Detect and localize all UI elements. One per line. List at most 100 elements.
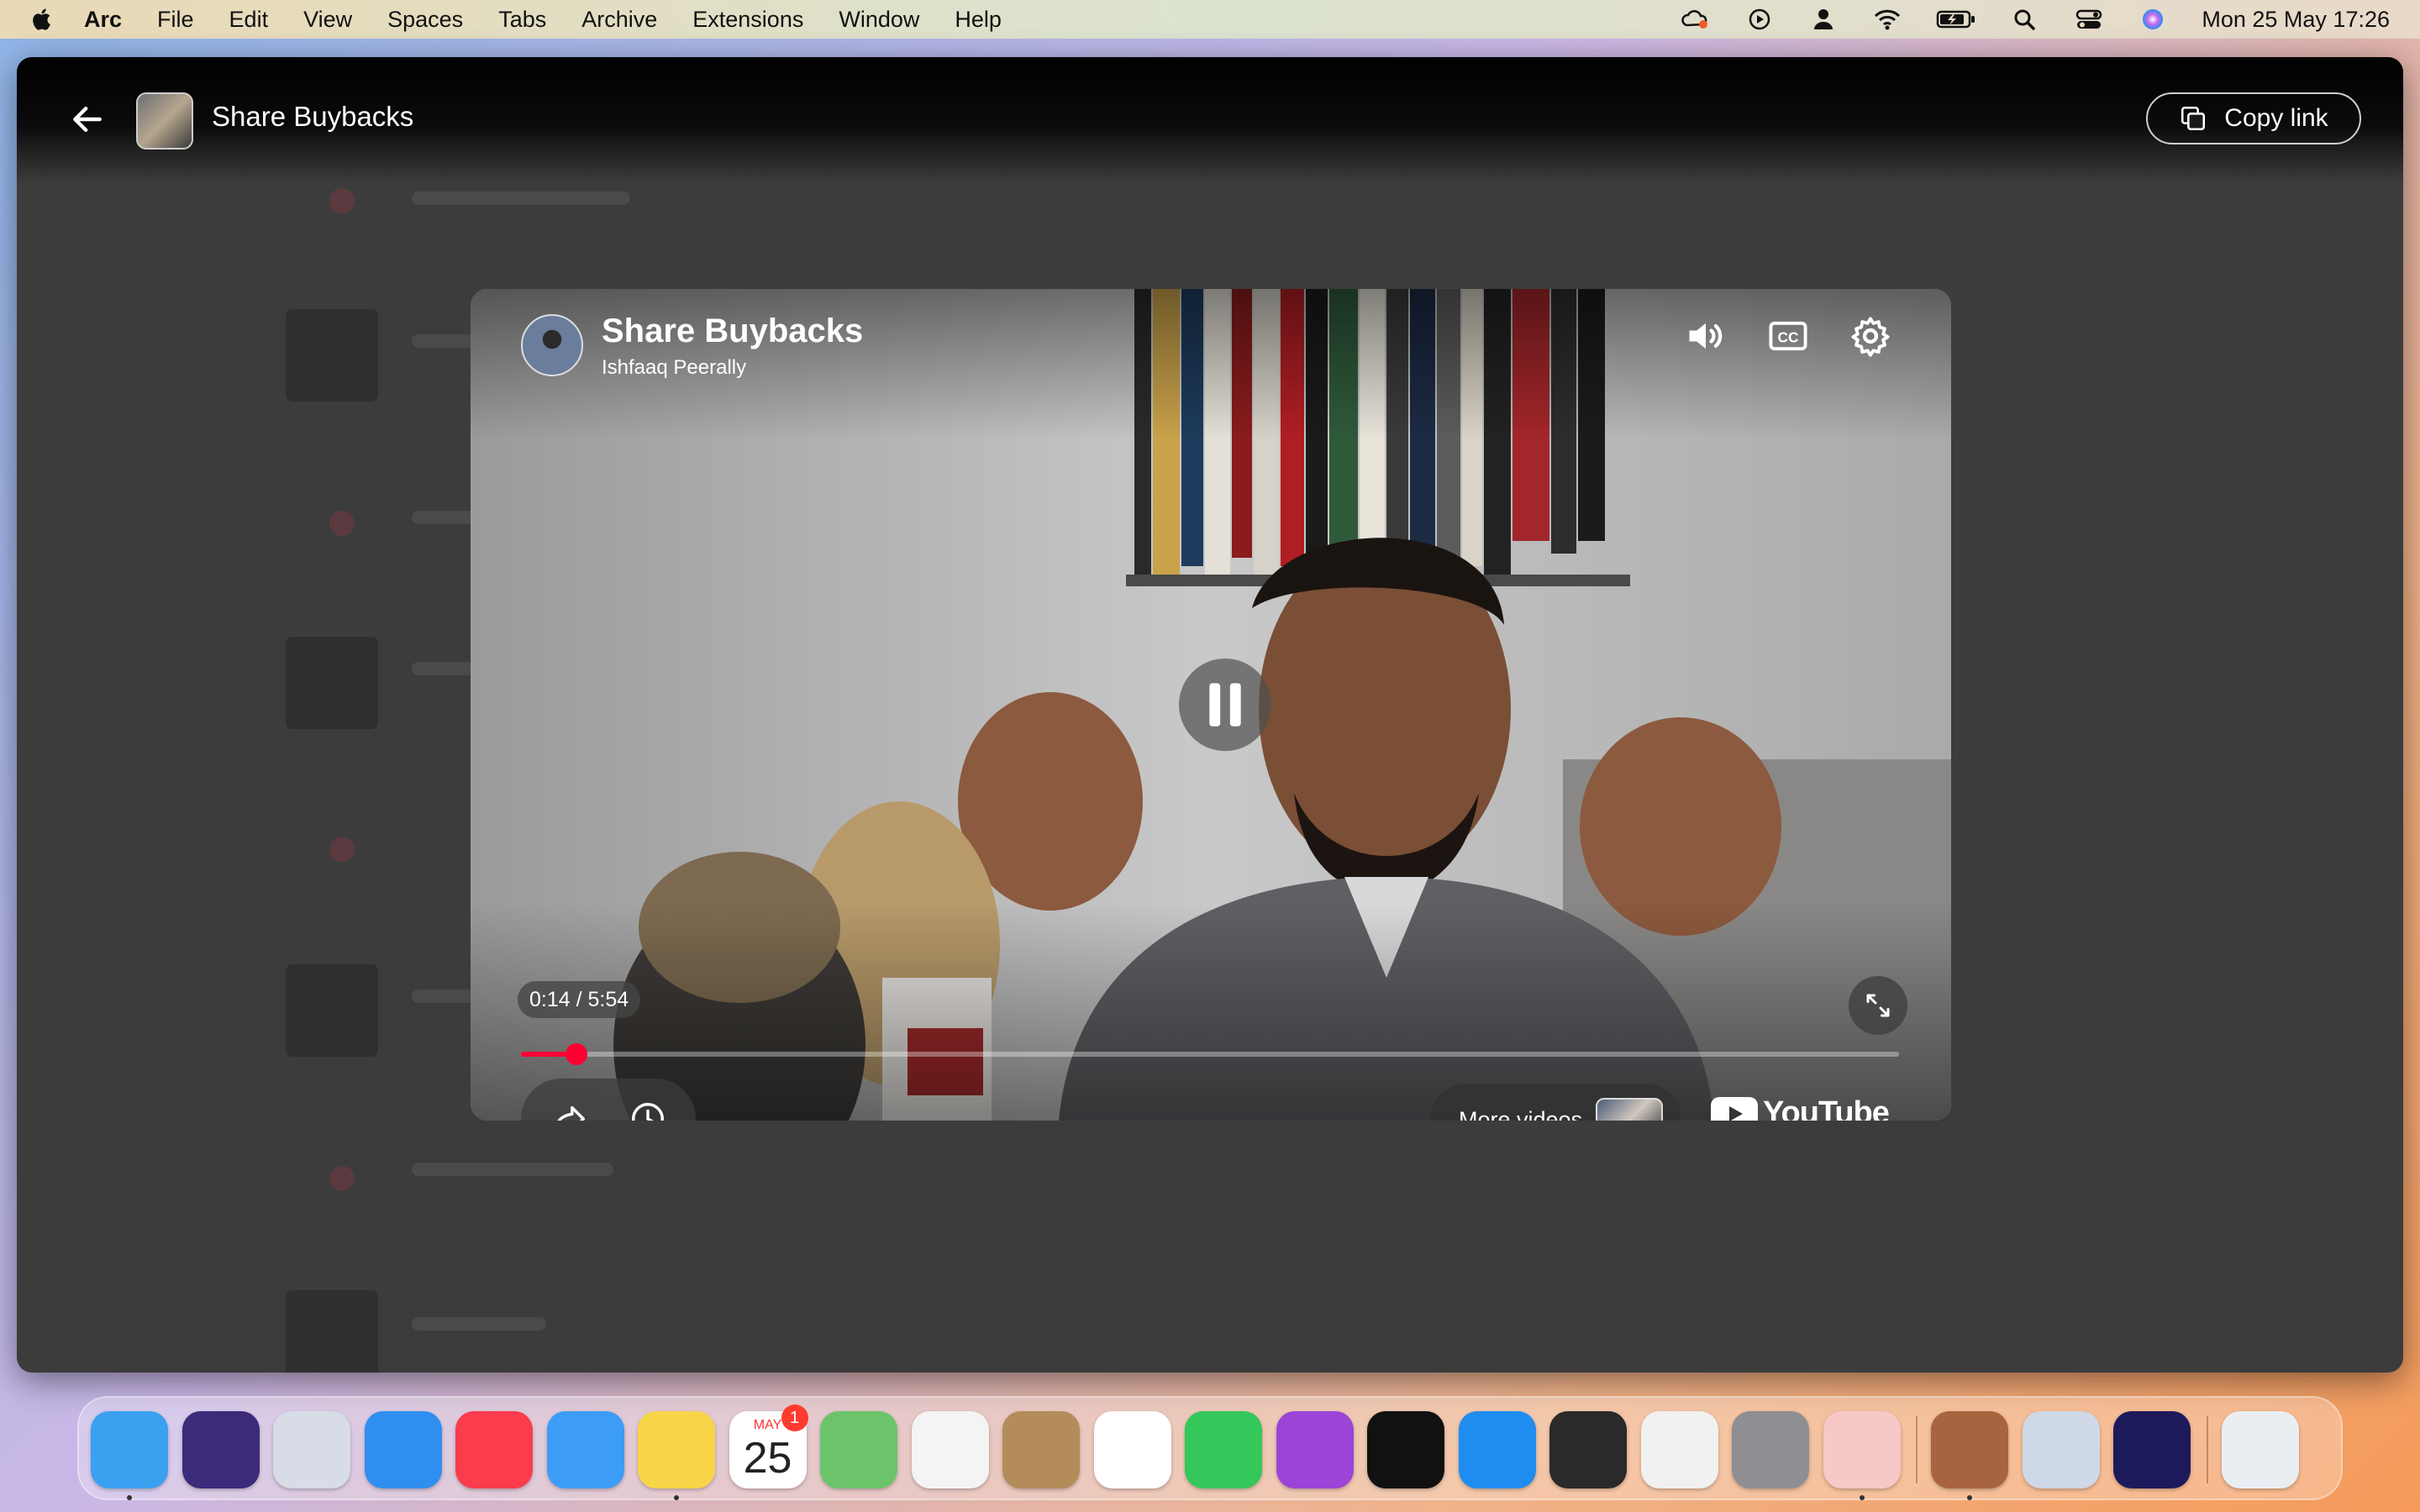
arc-browser-icon[interactable] <box>1823 1411 1901 1488</box>
menu-extensions[interactable]: Extensions <box>692 7 803 33</box>
contacts-icon[interactable] <box>1002 1411 1080 1488</box>
background-blurred-thumb <box>286 1290 378 1373</box>
running-indicator <box>674 1495 679 1500</box>
closed-captions-icon[interactable]: CC <box>1766 314 1810 358</box>
reminders-icon[interactable] <box>1093 1411 1171 1488</box>
progress-scrubber[interactable] <box>565 1043 587 1065</box>
time-text: 0:14 / 5:54 <box>529 987 629 1011</box>
menu-bar: Arc File Edit View Spaces Tabs Archive E… <box>0 0 2420 39</box>
time-display: 0:14 / 5:54 <box>518 981 641 1018</box>
background-blurred-thumb <box>286 309 378 402</box>
menu-file[interactable]: File <box>157 7 194 33</box>
running-indicator <box>127 1495 132 1500</box>
preview-icon[interactable] <box>2022 1411 2100 1488</box>
menu-spaces[interactable]: Spaces <box>387 7 463 33</box>
video-title[interactable]: Share Buybacks <box>602 312 863 350</box>
dock: MAY 25 1 <box>77 1396 2343 1500</box>
menu-edit[interactable]: Edit <box>229 7 269 33</box>
player-actions <box>521 1079 696 1121</box>
copy-link-label: Copy link <box>2224 104 2328 132</box>
maps-icon[interactable] <box>820 1411 897 1488</box>
back-arrow-icon[interactable] <box>69 101 106 138</box>
textedit-icon[interactable] <box>1640 1411 1718 1488</box>
running-indicator <box>1967 1495 1972 1500</box>
more-videos-label: More videos <box>1459 1106 1583 1121</box>
apple-logo-icon[interactable] <box>30 7 55 32</box>
pause-button[interactable] <box>1179 659 1271 751</box>
play-circle-icon[interactable] <box>1744 7 1775 32</box>
youtube-logo[interactable]: YouTube <box>1711 1095 1890 1121</box>
siri-icon[interactable] <box>2138 7 2168 32</box>
background-blurred-thumb <box>286 637 378 729</box>
menu-view[interactable]: View <box>303 7 352 33</box>
menu-app-name[interactable]: Arc <box>84 7 122 33</box>
page-title: Share Buybacks <box>212 101 414 132</box>
mail-icon[interactable] <box>546 1411 624 1488</box>
menu-help[interactable]: Help <box>955 7 1002 33</box>
apple-tv-icon[interactable] <box>1367 1411 1444 1488</box>
menu-clock[interactable]: Mon 25 May 17:26 <box>2202 7 2390 33</box>
battery-icon[interactable] <box>1936 7 1976 32</box>
channel-avatar[interactable] <box>521 314 583 376</box>
siri-icon[interactable] <box>182 1411 260 1488</box>
fullscreen-button[interactable] <box>1849 976 1907 1035</box>
facetime-icon[interactable] <box>1185 1411 1262 1488</box>
wifi-icon[interactable] <box>1872 7 1902 32</box>
menu-archive[interactable]: Archive <box>581 7 657 33</box>
expand-icon <box>1866 994 1890 1017</box>
background-blurred-line <box>412 1317 546 1331</box>
dock-separator <box>2206 1416 2208 1483</box>
watch-later-clock-icon[interactable] <box>629 1100 667 1121</box>
background-blurred-dot <box>329 511 355 536</box>
preview-top-bar: Share Buybacks Copy link <box>17 57 2403 183</box>
running-indicator <box>1859 1495 1865 1500</box>
calendar-day-label: 25 <box>743 1434 792 1483</box>
more-videos-thumbnail <box>1596 1098 1664 1121</box>
background-blurred-dot <box>329 188 355 213</box>
svg-text:CC: CC <box>1777 329 1799 346</box>
share-arrow-icon[interactable] <box>550 1100 588 1121</box>
bolt-app-icon[interactable] <box>1931 1411 2008 1488</box>
copy-link-button[interactable]: Copy link <box>2146 92 2361 144</box>
status-area: Mon 25 May 17:26 <box>1681 0 2390 39</box>
podcasts-icon[interactable] <box>1276 1411 1354 1488</box>
quicktime-icon[interactable] <box>1549 1411 1627 1488</box>
menu-tabs[interactable]: Tabs <box>498 7 546 33</box>
background-blurred-line <box>412 1163 613 1176</box>
more-videos-button[interactable]: More videos <box>1430 1084 1682 1121</box>
notification-badge: 1 <box>781 1404 808 1431</box>
app-store-icon[interactable] <box>1458 1411 1536 1488</box>
video-channel-name[interactable]: Ishfaaq Peerally <box>602 356 746 380</box>
user-icon[interactable] <box>1808 7 1839 32</box>
notes-icon[interactable] <box>638 1411 715 1488</box>
page-thumbnail <box>136 92 193 150</box>
menu-window[interactable]: Window <box>839 7 919 33</box>
volume-icon[interactable] <box>1684 314 1728 358</box>
player-top-controls: CC <box>1684 314 1892 358</box>
copy-icon <box>2181 106 2206 131</box>
finder-icon[interactable] <box>91 1411 168 1488</box>
dock-separator <box>1916 1416 1918 1483</box>
pause-icon <box>1209 683 1241 727</box>
youtube-play-icon <box>1711 1096 1758 1121</box>
music-icon[interactable] <box>455 1411 533 1488</box>
launchpad-icon[interactable] <box>273 1411 350 1488</box>
bottom-gradient-overlay <box>471 902 1951 1121</box>
browser-window: Share Buybacks Copy link Share Buybacks … <box>17 57 2403 1373</box>
safari-icon[interactable] <box>364 1411 442 1488</box>
control-center-icon[interactable] <box>2074 7 2104 32</box>
search-icon[interactable] <box>2010 7 2040 32</box>
background-blurred-thumb <box>286 964 378 1057</box>
settings-gear-icon[interactable] <box>1849 314 1892 358</box>
photos-icon[interactable] <box>911 1411 989 1488</box>
premiere-pro-icon[interactable] <box>2113 1411 2191 1488</box>
calendar-icon[interactable]: MAY 25 1 <box>729 1404 808 1488</box>
background-blurred-line <box>412 192 630 205</box>
youtube-wordmark: YouTube <box>1763 1095 1890 1121</box>
background-blurred-dot <box>329 837 355 862</box>
trash-icon[interactable] <box>2221 1411 2299 1488</box>
settings-gear-icon[interactable] <box>1732 1411 1809 1488</box>
progress-bar[interactable] <box>521 1043 1899 1065</box>
creative-cloud-icon[interactable] <box>1681 7 1711 32</box>
video-player[interactable]: Share Buybacks Ishfaaq Peerally CC 0:14 … <box>471 289 1951 1121</box>
